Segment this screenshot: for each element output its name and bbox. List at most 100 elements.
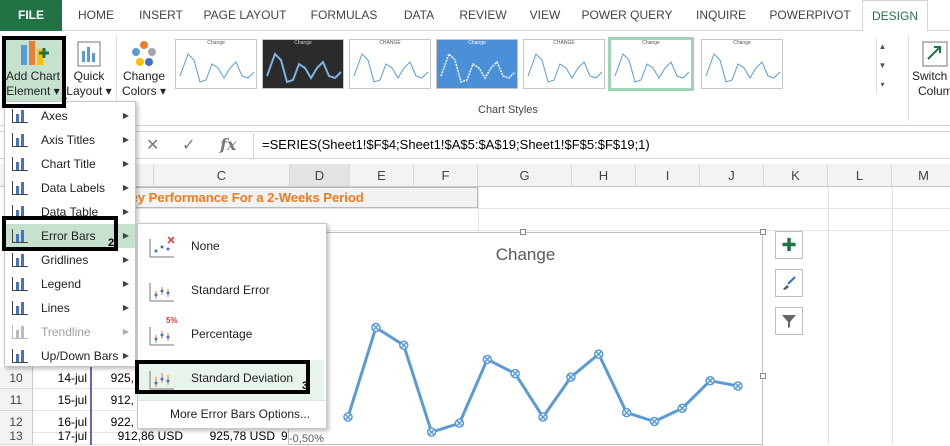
chart-resize-handle[interactable] bbox=[520, 229, 526, 235]
sheet-title-cell[interactable]: ley Performance For a 2-Weeks Period bbox=[120, 187, 478, 208]
data-point-marker[interactable] bbox=[621, 407, 632, 418]
tab-review[interactable]: REVIEW bbox=[448, 0, 518, 31]
tab-inquire[interactable]: INQUIRE bbox=[686, 0, 756, 31]
value-cell[interactable]: 912, bbox=[92, 389, 137, 411]
change-colors-button[interactable]: Change Colors ▾ bbox=[120, 37, 168, 103]
chart-style-4[interactable]: Change bbox=[436, 39, 518, 89]
chart-style-3-line bbox=[353, 53, 429, 83]
data-point-marker[interactable] bbox=[426, 427, 437, 437]
insert-function-icon[interactable]: fx bbox=[220, 135, 236, 154]
row-header-11[interactable]: 11 bbox=[0, 389, 33, 411]
submenu-arrow-icon: ▶ bbox=[122, 159, 129, 168]
data-point-marker[interactable] bbox=[705, 375, 715, 386]
menu-item-lines[interactable]: Lines ▶ bbox=[5, 296, 135, 320]
chart-style-7[interactable]: Change bbox=[701, 39, 783, 89]
menu-item-axis-titles[interactable]: Axis Titles ▶ bbox=[5, 128, 135, 152]
data-point-marker[interactable] bbox=[566, 372, 576, 382]
tab-view[interactable]: VIEW bbox=[522, 0, 568, 31]
column-header-h[interactable]: H bbox=[572, 164, 636, 187]
chart-styles-brush-icon[interactable] bbox=[775, 269, 803, 297]
chart-resize-handle[interactable] bbox=[760, 229, 766, 235]
row-header-13[interactable]: 13 bbox=[0, 427, 33, 445]
column-header-d[interactable]: D bbox=[290, 164, 350, 187]
column-header-m[interactable]: M bbox=[892, 164, 950, 187]
data-point-marker[interactable] bbox=[649, 416, 660, 427]
chart-elements-plus-icon[interactable]: ✚ bbox=[775, 231, 803, 259]
column-header-g[interactable]: G bbox=[478, 164, 572, 187]
menu-item-up-down-bars[interactable]: Up/Down Bars ▶ bbox=[5, 344, 135, 368]
formula-input[interactable]: =SERIES(Sheet1!$F$4;Sheet1!$A$5:$A$19;Sh… bbox=[253, 133, 950, 158]
data-point-marker[interactable] bbox=[371, 322, 381, 333]
data-point-marker[interactable] bbox=[482, 354, 493, 365]
change-colors-icon bbox=[132, 41, 156, 66]
column-header-e[interactable]: E bbox=[350, 164, 414, 187]
data-point-marker[interactable] bbox=[538, 412, 548, 422]
menu-item-data-labels[interactable]: Data Labels ▶ bbox=[5, 176, 135, 200]
chart-style-1[interactable]: Change bbox=[175, 39, 257, 89]
data-point-marker[interactable] bbox=[677, 403, 688, 413]
gallery-up-icon[interactable]: ▲ bbox=[877, 37, 888, 56]
data-point-marker[interactable] bbox=[343, 412, 353, 422]
column-header-k[interactable]: K bbox=[764, 164, 828, 187]
tab-data[interactable]: DATA bbox=[394, 0, 444, 31]
submenu-divider bbox=[138, 400, 326, 401]
column-header-l[interactable]: L bbox=[828, 164, 892, 187]
chart-style-5[interactable]: CHANGE bbox=[523, 39, 605, 89]
data-point-marker[interactable] bbox=[398, 340, 409, 350]
submenu-arrow-icon: ▶ bbox=[122, 351, 129, 360]
tab-insert[interactable]: INSERT bbox=[130, 0, 192, 31]
menu-item-legend[interactable]: Legend ▶ bbox=[5, 272, 135, 296]
callout-number-3: 3 bbox=[302, 380, 309, 392]
quick-layout-label-1: Quick bbox=[73, 69, 105, 83]
date-cell[interactable]: 17-jul bbox=[33, 427, 90, 445]
chart-style-3[interactable]: CHANGE bbox=[349, 39, 431, 89]
column-header-f[interactable]: F bbox=[414, 164, 478, 187]
error-bars-standard-error-icon bbox=[149, 283, 174, 302]
data-point-marker[interactable] bbox=[733, 381, 743, 391]
error-bars-percentage-option[interactable]: 5% Percentage bbox=[138, 316, 324, 356]
tab-page-layout[interactable]: PAGE LAYOUT bbox=[196, 0, 294, 31]
date-cell[interactable]: 14-jul bbox=[33, 367, 90, 389]
gallery-down-icon[interactable]: ▼ bbox=[877, 56, 888, 75]
grid-line bbox=[892, 187, 893, 445]
row-header-10[interactable]: 10 bbox=[0, 367, 33, 389]
submenu-arrow-icon: ▶ bbox=[122, 303, 129, 312]
error-bars-standard-error-option[interactable]: Standard Error bbox=[138, 272, 324, 312]
chart-filters-funnel-icon[interactable] bbox=[775, 307, 803, 335]
tab-home[interactable]: HOME bbox=[66, 0, 126, 31]
column-header-c[interactable]: C bbox=[154, 164, 290, 187]
error-bars-none-option[interactable]: None bbox=[138, 228, 324, 268]
column-header-i[interactable]: I bbox=[636, 164, 700, 187]
change-colors-label-2: Colors ▾ bbox=[121, 84, 167, 98]
submenu-arrow-icon: ▶ bbox=[122, 231, 129, 240]
grid-line bbox=[33, 208, 950, 209]
chart-resize-handle[interactable] bbox=[760, 373, 766, 379]
data-point-marker[interactable] bbox=[454, 418, 465, 429]
value-cell[interactable]: 925,78 USD bbox=[186, 427, 278, 445]
tab-design[interactable]: DESIGN bbox=[862, 0, 928, 32]
data-point-marker[interactable] bbox=[593, 349, 604, 359]
more-error-bars-options-link[interactable]: More Error Bars Options... bbox=[170, 407, 310, 421]
chart-styles-gallery-scroll[interactable]: ▲ ▼ ▾ bbox=[876, 37, 888, 95]
column-header-j[interactable]: J bbox=[700, 164, 764, 187]
enter-icon[interactable]: ✓ bbox=[182, 135, 195, 155]
callout-box-3 bbox=[135, 360, 310, 394]
chart-style-2[interactable]: Change bbox=[262, 39, 344, 89]
tab-formulas[interactable]: FORMULAS bbox=[298, 0, 390, 31]
tab-power-query[interactable]: POWER QUERY bbox=[574, 0, 680, 31]
value-cell[interactable]: 912,86 USD bbox=[92, 427, 186, 445]
gallery-more-icon[interactable]: ▾ bbox=[877, 75, 888, 94]
value-cell[interactable]: 925, bbox=[92, 367, 137, 389]
tab-file[interactable]: FILE bbox=[0, 0, 62, 31]
switch-row-column-button[interactable]: Switch R Colum bbox=[912, 37, 950, 103]
chart-style-6-selected[interactable]: Change bbox=[608, 37, 694, 91]
cancel-icon[interactable]: ✕ bbox=[146, 135, 159, 155]
line-chart[interactable]: Change -0,50% bbox=[288, 232, 763, 445]
menu-item-gridlines[interactable]: Gridlines ▶ bbox=[5, 248, 135, 272]
quick-layout-button[interactable]: Quick Layout ▾ bbox=[66, 37, 112, 103]
data-point-marker[interactable] bbox=[510, 368, 520, 379]
callout-box-2 bbox=[2, 216, 118, 251]
date-cell[interactable]: 15-jul bbox=[33, 389, 90, 411]
tab-powerpivot[interactable]: POWERPIVOT bbox=[762, 0, 858, 31]
menu-item-chart-title[interactable]: Chart Title ▶ bbox=[5, 152, 135, 176]
